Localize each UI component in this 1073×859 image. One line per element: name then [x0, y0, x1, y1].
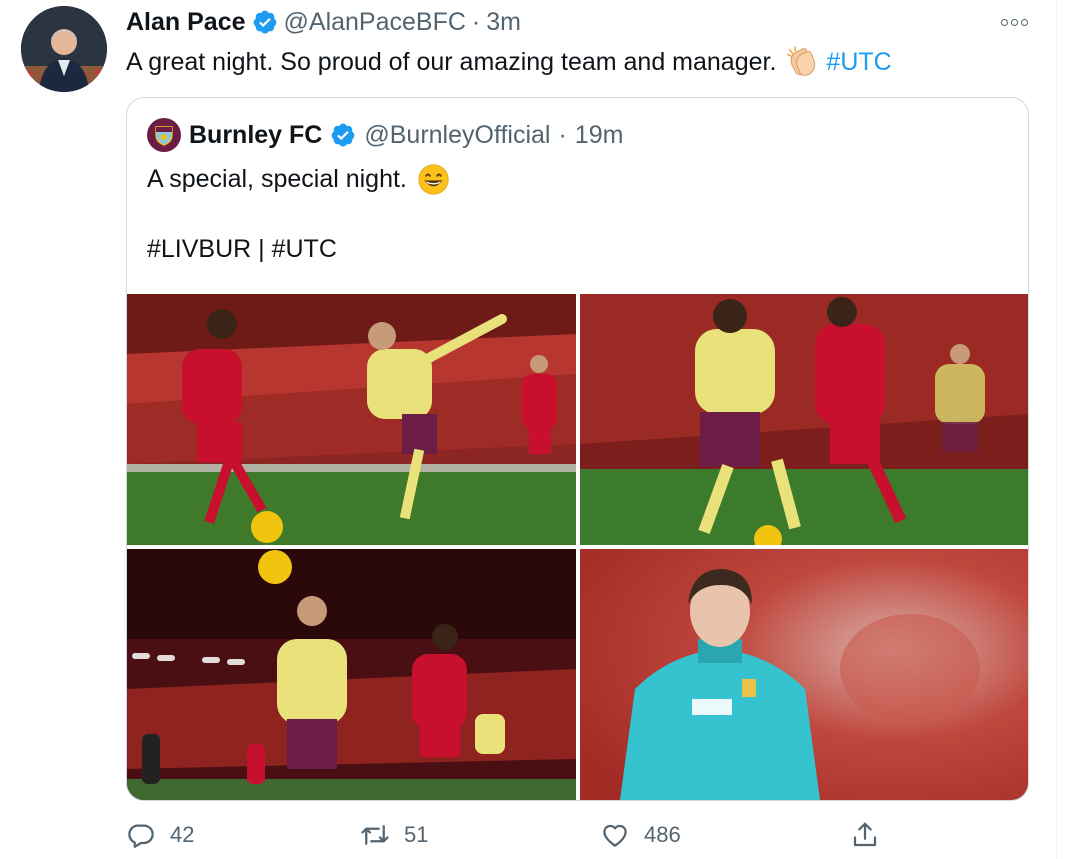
timeline-divider: [1056, 0, 1057, 859]
share-icon: [853, 822, 877, 847]
match-photo-3[interactable]: [127, 549, 576, 800]
quoted-tweet-timestamp[interactable]: 19m: [575, 121, 624, 150]
reply-icon: [128, 824, 154, 848]
quoted-author-avatar[interactable]: [147, 118, 181, 152]
tweet-header: Alan Pace @AlanPaceBFC · 3m: [126, 6, 521, 38]
heart-icon: [603, 824, 627, 847]
quoted-author-handle[interactable]: @BurnleyOfficial: [364, 121, 550, 150]
quoted-tweet-header: Burnley FC @BurnleyOfficial · 19m: [147, 118, 623, 152]
reply-count: 42: [170, 822, 195, 847]
header-separator: ·: [471, 7, 481, 36]
quoted-tweet-hashtags: #LIVBUR | #UTC: [147, 235, 337, 263]
tweet-text: A great night. So proud of our amazing t…: [126, 44, 892, 80]
quoted-tweet-card[interactable]: Burnley FC @BurnleyOfficial · 19m A spec…: [126, 97, 1029, 801]
grinning-face-emoji-icon: [418, 163, 449, 195]
tweet-body: A great night. So proud of our amazing t…: [126, 48, 777, 76]
tweet-actions: 42 51 486: [126, 820, 886, 856]
match-photo-4[interactable]: [580, 549, 1028, 800]
like-button[interactable]: 486: [600, 820, 681, 850]
quoted-tweet-body: A special, special night.: [147, 165, 407, 193]
tweet-timestamp[interactable]: 3m: [486, 8, 521, 37]
match-photo-1[interactable]: [127, 294, 576, 545]
author-name[interactable]: Alan Pace: [126, 8, 246, 37]
like-count: 486: [644, 822, 681, 847]
verified-badge-icon: [330, 122, 356, 148]
retweet-count: 51: [404, 822, 429, 847]
hashtag-link[interactable]: #UTC: [826, 44, 891, 80]
burnley-crest-icon: [155, 126, 173, 146]
quoted-header-separator: ·: [558, 120, 567, 149]
more-horizontal-icon: [1000, 18, 1008, 26]
retweet-button[interactable]: 51: [360, 820, 428, 850]
author-handle[interactable]: @AlanPaceBFC: [284, 8, 466, 37]
quoted-author-name[interactable]: Burnley FC: [189, 121, 322, 150]
reply-button[interactable]: 42: [126, 820, 194, 850]
match-photo-2[interactable]: [580, 294, 1028, 545]
share-button[interactable]: [850, 820, 880, 850]
retweet-icon: [361, 825, 389, 845]
clapping-hands-emoji-icon: [787, 46, 816, 76]
quoted-tweet-line-1: A special, special night.: [147, 161, 450, 197]
verified-badge-icon: [252, 9, 278, 35]
author-avatar[interactable]: [21, 6, 107, 92]
photo-grid: [127, 294, 1028, 800]
more-options-button[interactable]: [998, 10, 1030, 34]
